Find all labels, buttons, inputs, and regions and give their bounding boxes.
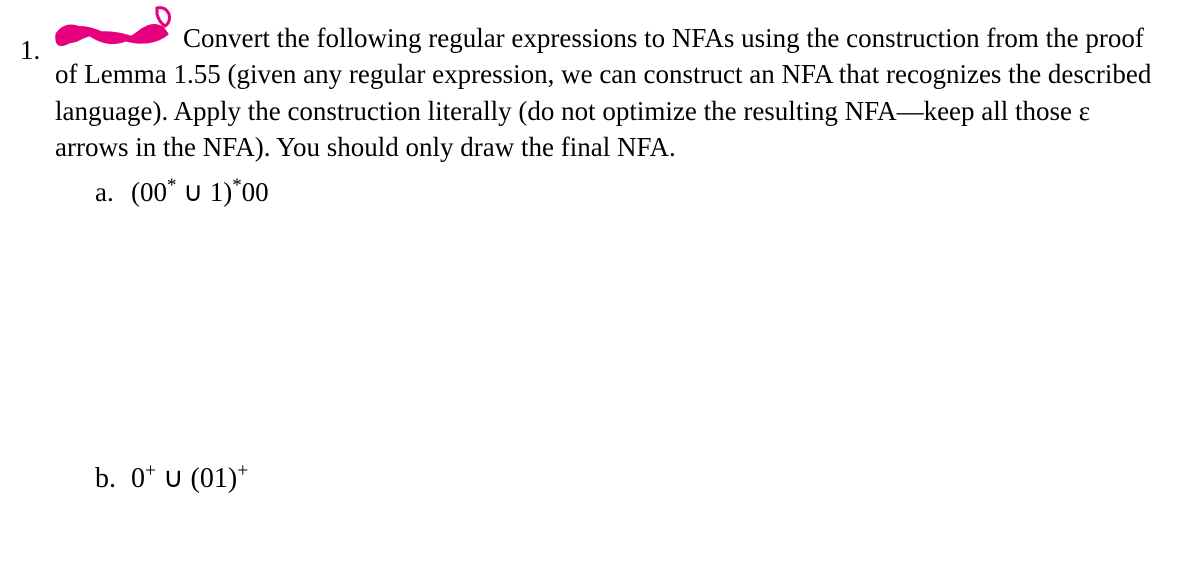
subpart-b: b. 0+ ∪ (01)+ [95, 460, 1170, 498]
subpart-label: a. [95, 174, 131, 210]
subparts-list: a. (00* ∪ 1)*00 b. 0+ ∪ (01)+ [55, 174, 1170, 498]
question-body: Convert the following regular expression… [55, 20, 1170, 498]
subpart-a: a. (00* ∪ 1)*00 [95, 174, 1170, 210]
question-prompt: Convert the following regular expression… [55, 20, 1170, 166]
question-number: 1. [20, 20, 55, 68]
question-container: 1. Convert the following regular express… [20, 20, 1170, 498]
prompt-container: Convert the following regular expression… [55, 20, 1170, 166]
subpart-label: b. [95, 460, 131, 498]
subpart-expression: 0+ ∪ (01)+ [131, 460, 248, 498]
subpart-expression: (00* ∪ 1)*00 [131, 174, 269, 210]
